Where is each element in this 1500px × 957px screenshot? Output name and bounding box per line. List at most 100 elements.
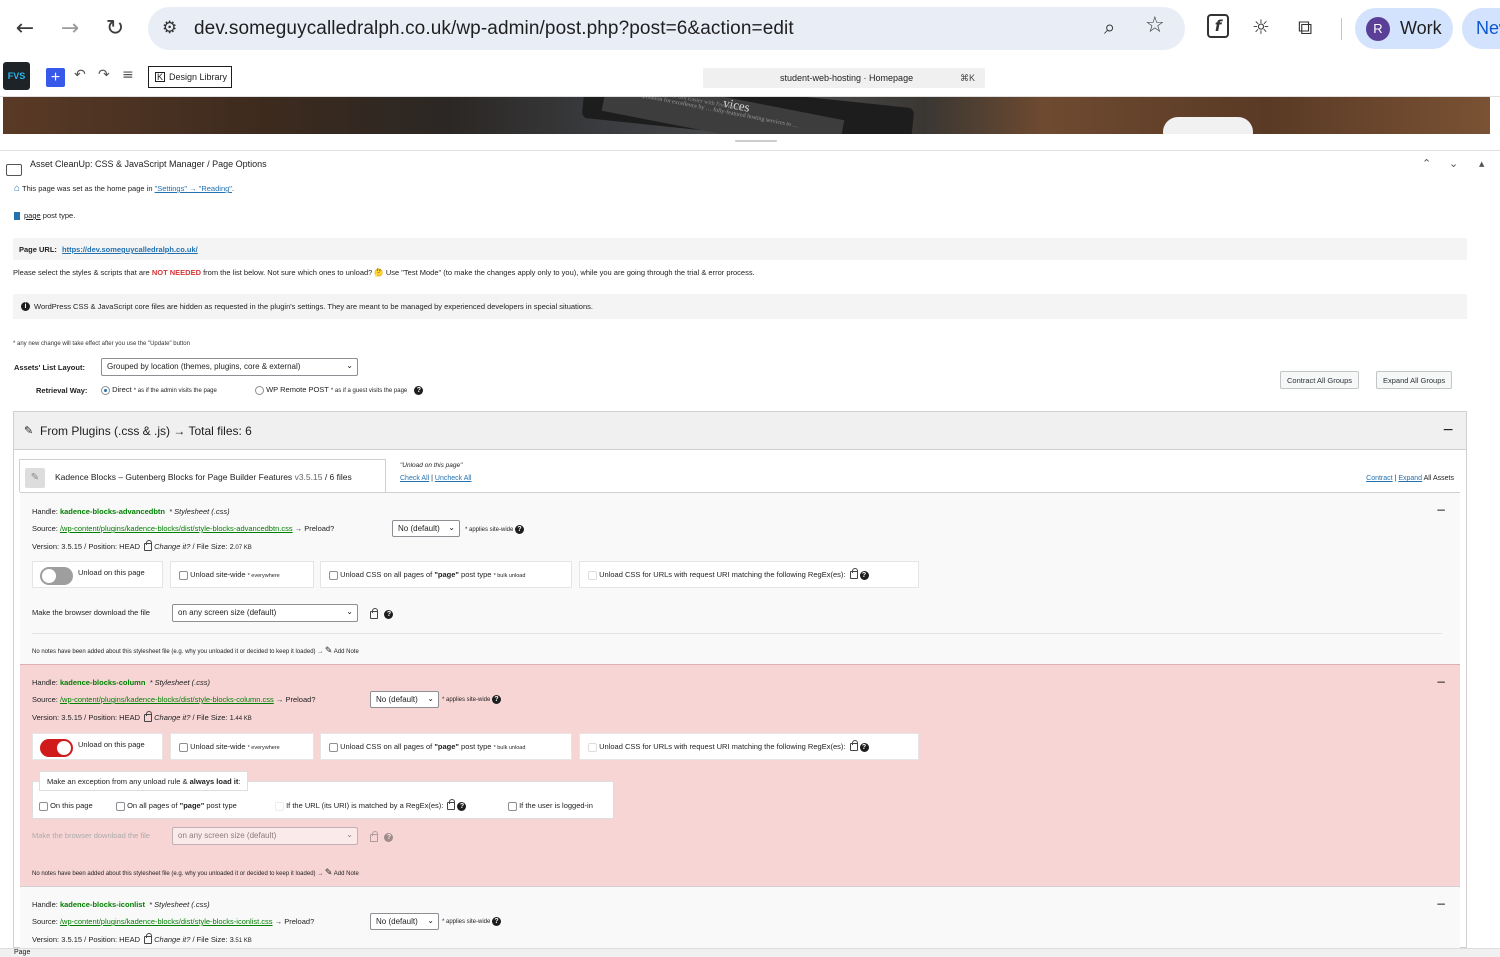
- extensions-puzzle-icon[interactable]: ⧉: [1298, 15, 1312, 39]
- change-it-label[interactable]: Change it?: [154, 935, 190, 944]
- back-icon[interactable]: ←: [9, 12, 41, 44]
- exc-regex-option[interactable]: If the URL (its URI) is matched by a Reg…: [275, 799, 467, 811]
- unload-regex-option[interactable]: Unload CSS for URLs with request URI mat…: [579, 733, 919, 760]
- change-it-label[interactable]: Change it?: [154, 542, 190, 551]
- redo-icon[interactable]: ↷: [98, 67, 110, 83]
- expand-link[interactable]: Expand: [1398, 475, 1422, 482]
- new-chrome-button[interactable]: New: [1462, 8, 1500, 49]
- editor-footer-breadcrumb: Page: [0, 948, 1500, 957]
- check-all-link[interactable]: Check All: [400, 475, 429, 482]
- site-logo-icon[interactable]: FVS: [3, 62, 30, 90]
- retrieval-direct-radio[interactable]: [101, 385, 110, 395]
- help-icon[interactable]: ?: [492, 695, 502, 704]
- unload-posttype-checkbox[interactable]: [329, 742, 338, 752]
- contract-expand-links: Contract | Expand All Assets: [1366, 475, 1454, 482]
- retrieval-remote-radio[interactable]: [255, 385, 264, 395]
- asset-version: 3.5.15: [61, 935, 83, 944]
- add-note-link[interactable]: Add Note: [334, 649, 359, 655]
- browser-toolbar: ← → ↻ ⚙ dev.someguycalledralph.co.uk/wp-…: [0, 0, 1500, 58]
- unload-site-checkbox[interactable]: [179, 742, 188, 752]
- resize-handle[interactable]: [735, 140, 777, 142]
- command-palette-button[interactable]: student-web-hosting · Homepage ⌘K: [703, 68, 985, 88]
- change-it-label[interactable]: Change it?: [154, 713, 190, 722]
- collapse-asset-icon[interactable]: −: [1436, 897, 1446, 911]
- download-select[interactable]: on any screen size (default) ⌄: [172, 604, 358, 622]
- unload-posttype-checkbox[interactable]: [329, 570, 338, 580]
- unload-posttype-type: "page": [434, 742, 459, 751]
- exc-posttype-option[interactable]: On all pages of "page" post type: [116, 801, 237, 811]
- reading-settings-link[interactable]: "Settings" → "Reading": [155, 184, 232, 193]
- asset-version-line: Version: 3.5.15 / Position: HEAD Change …: [32, 933, 252, 945]
- breadcrumb-page[interactable]: Page: [14, 949, 30, 956]
- unload-page-toggle[interactable]: [40, 739, 73, 757]
- page-url-link[interactable]: https://dev.someguycalledralph.co.uk/: [62, 245, 198, 254]
- help-icon[interactable]: ?: [515, 525, 525, 534]
- file-size-label: File Size:: [196, 935, 228, 944]
- unload-page-label: Unload on this page: [78, 568, 145, 577]
- contract-all-groups-button[interactable]: Contract All Groups: [1280, 371, 1360, 389]
- help-icon[interactable]: ?: [859, 742, 869, 752]
- lock-icon: [849, 568, 858, 580]
- design-library-label: Design Library: [169, 72, 228, 82]
- exc-this-page-option[interactable]: On this page: [39, 801, 93, 811]
- help-icon[interactable]: ?: [384, 610, 394, 620]
- exc-logged-in-checkbox[interactable]: [508, 801, 517, 811]
- block-inserter-button[interactable]: +: [46, 68, 65, 87]
- unload-site-option[interactable]: Unload site-wide * everywhere: [170, 733, 314, 760]
- help-icon[interactable]: ?: [492, 917, 502, 926]
- collapse-asset-icon[interactable]: −: [1436, 503, 1446, 517]
- home-note-prefix: This page was set as the home page in: [22, 184, 155, 193]
- asset-source-link[interactable]: /wp-content/plugins/kadence-blocks/dist/…: [60, 917, 273, 926]
- bookmark-star-icon[interactable]: ☆: [1145, 13, 1165, 38]
- asset-source-link[interactable]: /wp-content/plugins/kadence-blocks/dist/…: [60, 695, 274, 704]
- add-note-link[interactable]: Add Note: [334, 871, 359, 877]
- document-overview-icon[interactable]: ≡: [122, 67, 134, 83]
- unload-posttype-option[interactable]: Unload CSS on all pages of "page" post t…: [320, 733, 572, 760]
- extension-icon[interactable]: ☼: [1252, 15, 1270, 39]
- layout-select[interactable]: Grouped by location (themes, plugins, co…: [101, 358, 358, 376]
- help-icon[interactable]: ?: [414, 385, 424, 395]
- plug-icon: ✎: [24, 424, 34, 437]
- profile-button[interactable]: R Work: [1355, 8, 1453, 49]
- unload-site-checkbox[interactable]: [179, 570, 188, 580]
- preload-select[interactable]: No (default) ⌄: [370, 913, 439, 930]
- post-type-word: page: [24, 211, 41, 220]
- preload-value: No (default): [376, 917, 418, 926]
- forward-icon[interactable]: →: [54, 12, 86, 44]
- help-icon[interactable]: ?: [457, 801, 467, 811]
- preload-select[interactable]: No (default) ⌄: [370, 691, 439, 708]
- unload-site-option[interactable]: Unload site-wide * everywhere: [170, 561, 314, 588]
- group-header[interactable]: ✎ From Plugins (.css & .js) → Total file…: [14, 412, 1466, 450]
- asset-source-link[interactable]: /wp-content/plugins/kadence-blocks/dist/…: [60, 524, 293, 533]
- expand-all-groups-button[interactable]: Expand All Groups: [1376, 371, 1453, 389]
- design-library-button[interactable]: K Design Library: [148, 66, 232, 88]
- source-label: Source:: [32, 524, 58, 533]
- site-settings-icon[interactable]: ⚙: [162, 18, 177, 38]
- help-icon[interactable]: ?: [859, 570, 869, 580]
- font-extension-icon[interactable]: f: [1207, 14, 1229, 38]
- unload-page-toggle[interactable]: [40, 567, 73, 585]
- exc-posttype-checkbox[interactable]: [116, 801, 125, 811]
- asset-notes: No notes have been added about this styl…: [32, 867, 359, 878]
- move-up-icon[interactable]: ⌃: [1422, 157, 1431, 170]
- uncheck-all-link[interactable]: Uncheck All: [435, 475, 472, 482]
- move-down-icon[interactable]: ⌄: [1449, 157, 1458, 170]
- retrieval-remote-option[interactable]: WP Remote POST * as if a guest visits th…: [255, 385, 424, 395]
- zoom-icon[interactable]: ⌕: [1104, 15, 1115, 39]
- unload-regex-option[interactable]: Unload CSS for URLs with request URI mat…: [579, 561, 919, 588]
- reload-icon[interactable]: ↻: [99, 12, 131, 44]
- retrieval-direct-option[interactable]: Direct * as if the admin visits the page: [101, 385, 217, 395]
- note-icon[interactable]: ✎: [325, 867, 333, 877]
- url-text[interactable]: dev.someguycalledralph.co.uk/wp-admin/po…: [194, 18, 794, 40]
- contract-link[interactable]: Contract: [1366, 475, 1392, 482]
- address-bar[interactable]: ⚙ dev.someguycalledralph.co.uk/wp-admin/…: [148, 7, 1185, 50]
- collapse-group-icon[interactable]: −: [1442, 422, 1454, 438]
- unload-posttype-option[interactable]: Unload CSS on all pages of "page" post t…: [320, 561, 572, 588]
- note-icon[interactable]: ✎: [325, 645, 333, 655]
- exc-this-page-checkbox[interactable]: [39, 801, 48, 811]
- collapse-panel-icon[interactable]: ▲: [1479, 160, 1484, 168]
- exc-logged-in-option[interactable]: If the user is logged-in: [508, 801, 593, 811]
- collapse-asset-icon[interactable]: −: [1436, 675, 1446, 689]
- preload-select[interactable]: No (default) ⌄: [392, 520, 460, 537]
- undo-icon[interactable]: ↶: [74, 67, 86, 83]
